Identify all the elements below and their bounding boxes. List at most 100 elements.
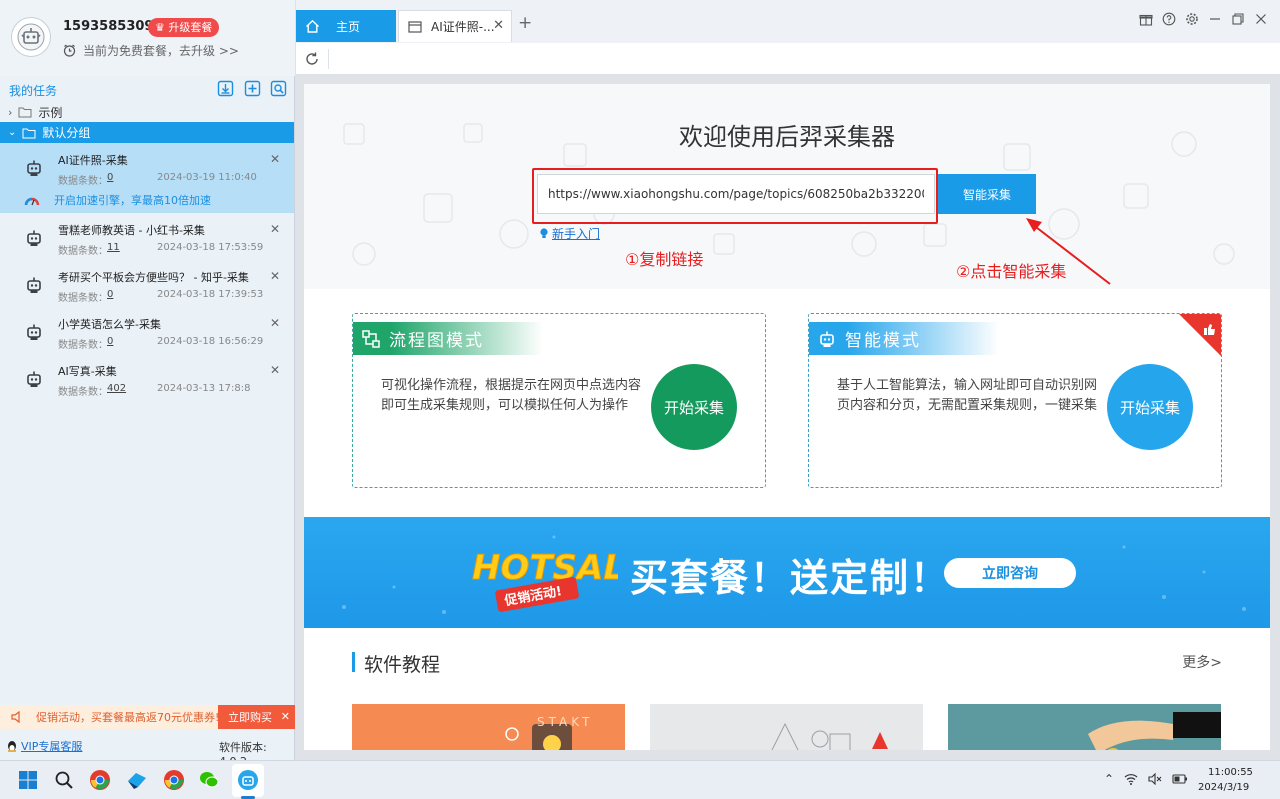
- folder-icon: [18, 107, 32, 118]
- flow-start-button[interactable]: 开始采集: [651, 364, 737, 450]
- annotation-arrow: [1026, 218, 1111, 285]
- close-icon[interactable]: ✕: [493, 18, 504, 33]
- gift-icon[interactable]: [1139, 12, 1153, 26]
- robot-icon: [27, 230, 41, 246]
- window-icon: [408, 20, 422, 33]
- smart-mode-card[interactable]: 智能模式 基于人工智能算法，输入网址即可自动识别网页内容和分页，无需配置采集规则…: [808, 313, 1222, 488]
- banner-headline: 买套餐！送定制！: [630, 556, 951, 600]
- close-icon[interactable]: ✕: [270, 316, 280, 330]
- promo-bar: 促销活动，买套餐最高返70元优惠券! 立即购买 ✕: [0, 705, 295, 729]
- chrome-icon[interactable]: [89, 769, 111, 791]
- close-icon[interactable]: ✕: [270, 269, 280, 283]
- speaker-icon: [11, 710, 20, 724]
- new-task-icon[interactable]: [244, 80, 261, 97]
- thumbs-up-icon: [1179, 314, 1221, 356]
- tab-task[interactable]: AI证件照-... ✕: [398, 10, 512, 42]
- task-date: 2024-03-18 17:39:53: [157, 289, 264, 300]
- tutorial-thumbnail[interactable]: STAKT: [352, 704, 625, 750]
- tutorial-thumbnail[interactable]: [948, 704, 1221, 750]
- minimize-icon[interactable]: [1208, 12, 1222, 26]
- task-item[interactable]: 考研买个平板会方便些吗？ - 知乎-采集 数据条数： 0 2024-03-18 …: [0, 260, 294, 307]
- tutorial-thumbnail[interactable]: [650, 704, 923, 750]
- speaker-muted-icon[interactable]: [1148, 773, 1162, 785]
- search-task-icon[interactable]: [270, 80, 287, 97]
- close-icon[interactable]: ✕: [270, 152, 280, 166]
- task-name: 雪糕老师教英语 - 小红书-采集: [58, 224, 205, 237]
- refresh-icon[interactable]: [304, 51, 320, 67]
- chrome-icon[interactable]: [163, 769, 185, 791]
- avatar[interactable]: [11, 17, 51, 57]
- task-date: 2024-03-18 16:56:29: [157, 336, 264, 347]
- task-date: 2024-03-18 17:53:59: [157, 242, 264, 253]
- vip-support-link[interactable]: VIP专属客服: [21, 738, 82, 754]
- chevron-up-icon[interactable]: ⌃: [1104, 772, 1114, 786]
- clock-date[interactable]: 2024/3/19: [1198, 782, 1249, 793]
- houyi-collector-icon[interactable]: [237, 769, 259, 791]
- svg-text:STAKT: STAKT: [537, 715, 594, 729]
- close-window-icon[interactable]: [1254, 12, 1268, 26]
- address-bar: [296, 43, 1280, 75]
- task-count-label: 数据条数：: [58, 293, 108, 304]
- close-icon[interactable]: ✕: [281, 710, 290, 723]
- group-example[interactable]: › 示例: [0, 102, 295, 122]
- task-name: AI写真-采集: [58, 365, 117, 378]
- windows-start-icon[interactable]: [17, 769, 39, 791]
- mode-title: 流程图模式: [389, 331, 484, 351]
- system-tray: ⌃: [1104, 772, 1188, 786]
- task-item[interactable]: AI证件照-采集 数据条数： 0 2024-03-19 11:0:40 ✕ 开启…: [0, 143, 294, 213]
- plan-text: 当前为免费套餐，去升级 >>: [83, 44, 239, 58]
- task-count[interactable]: 0: [107, 289, 113, 300]
- help-icon[interactable]: [1162, 12, 1176, 26]
- user-area: 15935853096 ♛ 升级套餐 当前为免费套餐，去升级 >>: [0, 0, 295, 76]
- alarm-clock-icon: [63, 44, 76, 57]
- buy-now-label: 立即购买: [228, 711, 272, 724]
- task-count[interactable]: 0: [107, 336, 113, 347]
- flow-mode-card[interactable]: 流程图模式 可视化操作流程，根据提示在网页中点选内容即可生成采集规则，可以模拟任…: [352, 313, 766, 488]
- mode-description: 可视化操作流程，根据提示在网页中点选内容即可生成采集规则，可以模拟任何人为操作: [381, 378, 642, 413]
- tutorial-title: 软件教程: [364, 654, 441, 676]
- folder-icon: [22, 128, 36, 138]
- robot-icon: [820, 331, 834, 347]
- add-tab-button[interactable]: +: [518, 13, 532, 33]
- accel-text: 开启加速引擎，享最高10倍加速: [54, 194, 211, 207]
- tutorial-more-link[interactable]: 更多>: [1182, 652, 1222, 672]
- wifi-icon[interactable]: [1124, 773, 1138, 785]
- accel-row[interactable]: 开启加速引擎，享最高10倍加速: [24, 192, 211, 208]
- tab-task-label: AI证件照-...: [431, 20, 495, 34]
- mode-header: 智能模式: [809, 322, 999, 355]
- search-icon[interactable]: [53, 769, 75, 791]
- smart-start-button[interactable]: 开始采集: [1107, 364, 1193, 450]
- qq-penguin-icon: [8, 740, 16, 752]
- import-task-icon[interactable]: [217, 80, 234, 97]
- task-count[interactable]: 11: [107, 242, 120, 253]
- hero-section: 欢迎使用后羿采集器 智能采集 新手入门 ①复制链接 ②点击智能采集: [304, 84, 1270, 289]
- thumbnail-illustration: STAKT: [505, 715, 594, 750]
- gear-icon[interactable]: [1185, 12, 1199, 26]
- group-default[interactable]: ⌄ 默认分组: [0, 122, 294, 143]
- battery-icon[interactable]: [1172, 773, 1188, 785]
- upgrade-plan-button[interactable]: ♛ 升级套餐: [148, 18, 220, 37]
- task-item[interactable]: AI写真-采集 数据条数： 402 2024-03-13 17:8:8 ✕: [0, 354, 294, 401]
- restore-icon[interactable]: [1231, 12, 1245, 26]
- task-item[interactable]: 小学英语怎么学-采集 数据条数： 0 2024-03-18 16:56:29 ✕: [0, 307, 294, 354]
- promo-banner[interactable]: HOTSALE 促销活动! 买套餐！送定制！ 立即咨询: [304, 517, 1270, 628]
- task-count[interactable]: 402: [107, 383, 126, 394]
- task-name: 考研买个平板会方便些吗？ - 知乎-采集: [58, 271, 249, 284]
- task-count-label: 数据条数：: [58, 176, 108, 187]
- clock-time[interactable]: 11:00:55: [1208, 767, 1253, 778]
- upgrade-label: 升级套餐: [168, 21, 213, 34]
- buy-now-button[interactable]: 立即购买 ✕: [218, 705, 295, 729]
- close-icon[interactable]: ✕: [270, 222, 280, 236]
- tab-home-label: 主页: [336, 19, 361, 34]
- vip-row[interactable]: VIP专属客服: [6, 738, 82, 754]
- plan-row[interactable]: 当前为免费套餐，去升级 >>: [63, 42, 239, 59]
- tab-home[interactable]: 主页: [296, 10, 396, 42]
- task-name: 小学英语怎么学-采集: [58, 318, 161, 331]
- task-item[interactable]: 雪糕老师教英语 - 小红书-采集 数据条数： 11 2024-03-18 17:…: [0, 213, 294, 260]
- lark-app-icon[interactable]: [126, 769, 148, 791]
- wechat-icon[interactable]: [198, 769, 220, 791]
- close-icon[interactable]: ✕: [270, 363, 280, 377]
- task-count[interactable]: 0: [107, 172, 113, 183]
- task-count-label: 数据条数：: [58, 340, 108, 351]
- consult-now-button[interactable]: 立即咨询: [944, 558, 1076, 588]
